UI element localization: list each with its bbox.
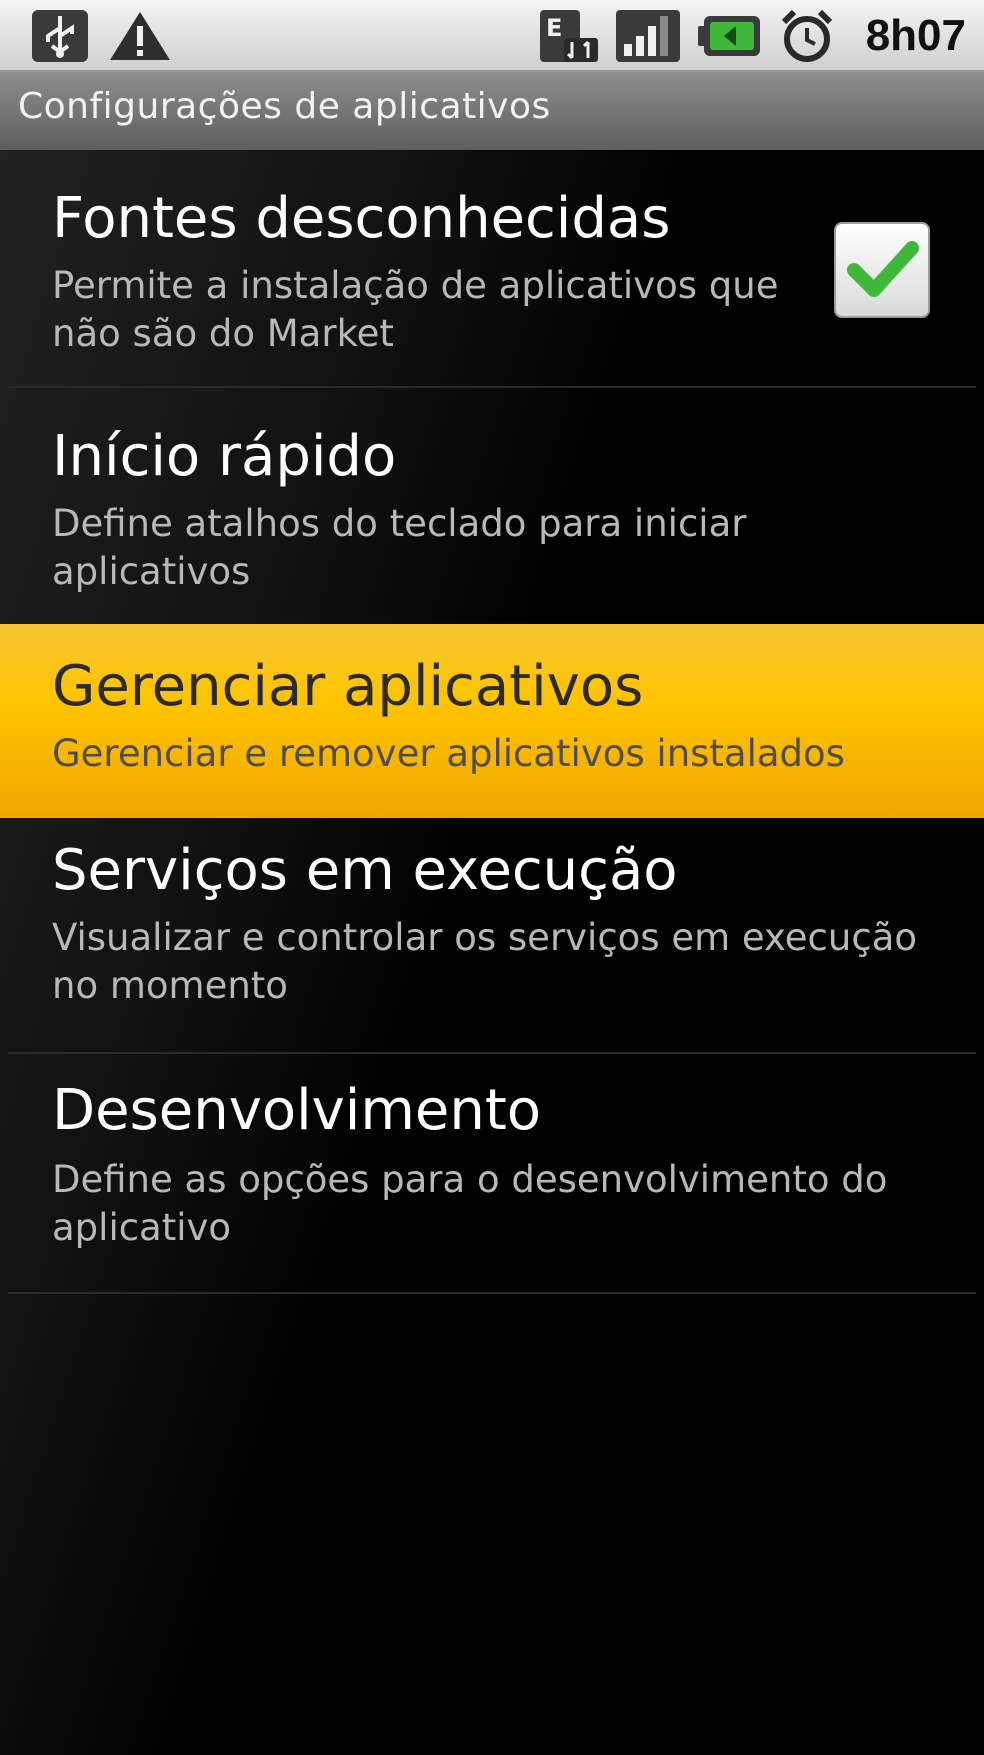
setting-summary: Permite a instalação de aplicativos que … (52, 264, 779, 355)
checkmark-icon (847, 241, 919, 297)
setting-title: Fontes desconhecidas (52, 186, 671, 251)
setting-title: Desenvolvimento (52, 1078, 542, 1143)
screen: E 8h07 Configurações de aplicativos Font… (0, 0, 984, 1755)
setting-summary: Visualizar e controlar os serviços em ex… (52, 916, 918, 1007)
usb-icon (30, 8, 90, 64)
setting-development[interactable]: Desenvolvimento Define as opções para o … (0, 1054, 984, 1286)
signal-icon (614, 8, 682, 64)
setting-running-services[interactable]: Serviços em execução Visualizar e contro… (0, 820, 984, 1052)
setting-summary: Define atalhos do teclado para iniciar a… (52, 502, 747, 593)
edge-data-icon: E (538, 8, 600, 64)
setting-unknown-sources[interactable]: Fontes desconhecidas Permite a instalaçã… (0, 150, 984, 386)
setting-title: Serviços em execução (52, 838, 678, 903)
status-time: 8h07 (865, 11, 966, 60)
unknown-sources-checkbox[interactable] (834, 222, 930, 318)
setting-summary: Define as opções para o desenvolvimento … (52, 1158, 888, 1249)
setting-title: Início rápido (52, 424, 397, 489)
setting-summary: Gerenciar e remover aplicativos instalad… (52, 732, 845, 775)
divider (8, 1292, 976, 1294)
setting-manage-applications[interactable]: Gerenciar aplicativos Gerenciar e remove… (0, 624, 984, 818)
status-bar: E 8h07 (0, 0, 984, 72)
title-bar: Configurações de aplicativos (0, 72, 984, 150)
warning-icon (106, 8, 174, 64)
setting-quick-launch[interactable]: Início rápido Define atalhos do teclado … (0, 388, 984, 620)
battery-icon (696, 8, 764, 64)
svg-text:E: E (546, 14, 562, 42)
setting-title: Gerenciar aplicativos (52, 654, 644, 719)
page-title: Configurações de aplicativos (18, 86, 551, 127)
alarm-icon (776, 8, 838, 64)
